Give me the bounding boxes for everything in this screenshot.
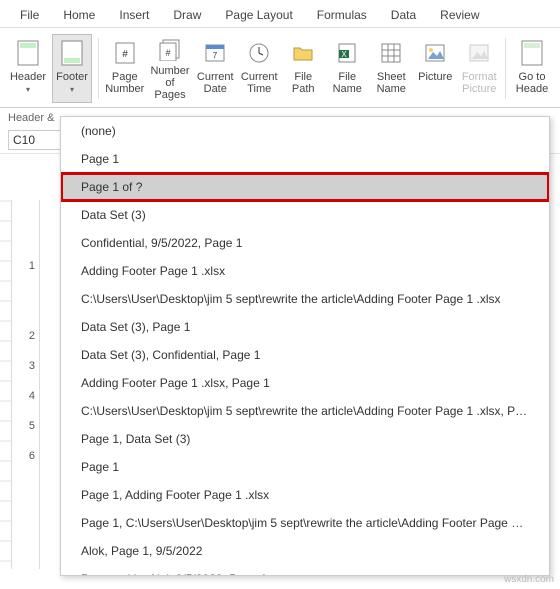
- page-number-icon: #: [111, 39, 139, 67]
- picture-button[interactable]: Picture: [415, 34, 455, 103]
- dropdown-item[interactable]: Prepared by Alok 9/5/2022, Page 1: [61, 565, 549, 576]
- row-number[interactable]: 6: [29, 450, 35, 462]
- goto-header-label: Go toHeade: [516, 71, 548, 95]
- svg-text:#: #: [165, 48, 170, 58]
- dropdown-item[interactable]: Page 1: [61, 453, 549, 481]
- dropdown-item-page-1-of[interactable]: Page 1 of ?: [61, 173, 549, 201]
- row-number[interactable]: 2: [29, 330, 35, 342]
- footer-preset-dropdown: (none) Page 1 Page 1 of ? Data Set (3) C…: [60, 116, 550, 576]
- current-time-button[interactable]: CurrentTime: [239, 34, 279, 103]
- tab-file[interactable]: File: [10, 4, 49, 27]
- clock-icon: [245, 39, 273, 67]
- header-icon: [14, 39, 42, 67]
- current-time-label: CurrentTime: [241, 71, 278, 95]
- svg-text:7: 7: [213, 51, 218, 60]
- sheet-name-label: SheetName: [377, 71, 406, 95]
- footer-button[interactable]: Footer ▾: [52, 34, 92, 103]
- file-path-label: FilePath: [292, 71, 315, 95]
- footer-icon: [58, 39, 86, 67]
- number-of-pages-button[interactable]: # Numberof Pages: [149, 34, 192, 103]
- file-path-button[interactable]: FilePath: [283, 34, 323, 103]
- number-of-pages-label: Numberof Pages: [150, 65, 189, 101]
- dropdown-item[interactable]: C:\Users\User\Desktop\jim 5 sept\rewrite…: [61, 285, 549, 313]
- chevron-down-icon: ▾: [70, 85, 74, 94]
- tab-review[interactable]: Review: [430, 4, 489, 27]
- row-number[interactable]: 5: [29, 420, 35, 432]
- tab-draw[interactable]: Draw: [163, 4, 211, 27]
- dropdown-item[interactable]: Page 1, C:\Users\User\Desktop\jim 5 sept…: [61, 509, 549, 537]
- row-gutter: 1 2 3 4 5 6: [12, 200, 40, 569]
- dropdown-item[interactable]: Page 1, Data Set (3): [61, 425, 549, 453]
- watermark: wsxdn.com: [504, 574, 554, 585]
- goto-header-button[interactable]: Go toHeade: [512, 34, 552, 103]
- dropdown-item-none[interactable]: (none): [61, 117, 549, 145]
- dropdown-item[interactable]: Page 1: [61, 145, 549, 173]
- dropdown-item[interactable]: Adding Footer Page 1 .xlsx, Page 1: [61, 369, 549, 397]
- dropdown-item[interactable]: Data Set (3), Page 1: [61, 313, 549, 341]
- svg-text:#: #: [122, 49, 128, 60]
- dropdown-item[interactable]: Data Set (3): [61, 201, 549, 229]
- folder-icon: [289, 39, 317, 67]
- current-date-button[interactable]: 7 CurrentDate: [195, 34, 235, 103]
- picture-icon: [421, 39, 449, 67]
- goto-header-icon: [518, 39, 546, 67]
- ribbon-tabs: File Home Insert Draw Page Layout Formul…: [0, 0, 560, 28]
- dropdown-item[interactable]: Confidential, 9/5/2022, Page 1: [61, 229, 549, 257]
- file-name-label: FileName: [333, 71, 362, 95]
- name-box[interactable]: [8, 130, 68, 150]
- picture-label: Picture: [418, 71, 452, 83]
- ribbon-group-label: Header &: [8, 112, 54, 124]
- format-picture-button: FormatPicture: [459, 34, 499, 103]
- file-name-button[interactable]: X FileName: [327, 34, 367, 103]
- row-number[interactable]: 1: [29, 260, 35, 272]
- number-of-pages-icon: #: [156, 39, 184, 61]
- ribbon: Header ▾ Footer ▾ # PageNumber # Numbero…: [0, 28, 560, 108]
- tab-home[interactable]: Home: [53, 4, 105, 27]
- header-label: Header: [10, 71, 46, 83]
- dropdown-item[interactable]: Alok, Page 1, 9/5/2022: [61, 537, 549, 565]
- footer-label: Footer: [56, 71, 88, 83]
- tab-formulas[interactable]: Formulas: [307, 4, 377, 27]
- format-picture-icon: [465, 39, 493, 67]
- tab-data[interactable]: Data: [381, 4, 426, 27]
- page-number-button[interactable]: # PageNumber: [105, 34, 145, 103]
- separator: [98, 38, 99, 99]
- format-picture-label: FormatPicture: [462, 71, 497, 95]
- separator: [505, 38, 506, 99]
- excel-file-icon: X: [333, 39, 361, 67]
- dropdown-item[interactable]: C:\Users\User\Desktop\jim 5 sept\rewrite…: [61, 397, 549, 425]
- chevron-down-icon: ▾: [26, 85, 30, 94]
- vertical-ruler: [0, 200, 12, 569]
- sheet-name-button[interactable]: SheetName: [371, 34, 411, 103]
- calendar-icon: 7: [201, 39, 229, 67]
- page-number-label: PageNumber: [105, 71, 144, 95]
- tab-page-layout[interactable]: Page Layout: [215, 4, 302, 27]
- grid-icon: [377, 39, 405, 67]
- current-date-label: CurrentDate: [197, 71, 234, 95]
- tab-insert[interactable]: Insert: [109, 4, 159, 27]
- svg-text:X: X: [342, 50, 348, 59]
- row-number[interactable]: 4: [29, 390, 35, 402]
- dropdown-item[interactable]: Data Set (3), Confidential, Page 1: [61, 341, 549, 369]
- row-number[interactable]: 3: [29, 360, 35, 372]
- dropdown-item[interactable]: Adding Footer Page 1 .xlsx: [61, 257, 549, 285]
- dropdown-item[interactable]: Page 1, Adding Footer Page 1 .xlsx: [61, 481, 549, 509]
- header-button[interactable]: Header ▾: [8, 34, 48, 103]
